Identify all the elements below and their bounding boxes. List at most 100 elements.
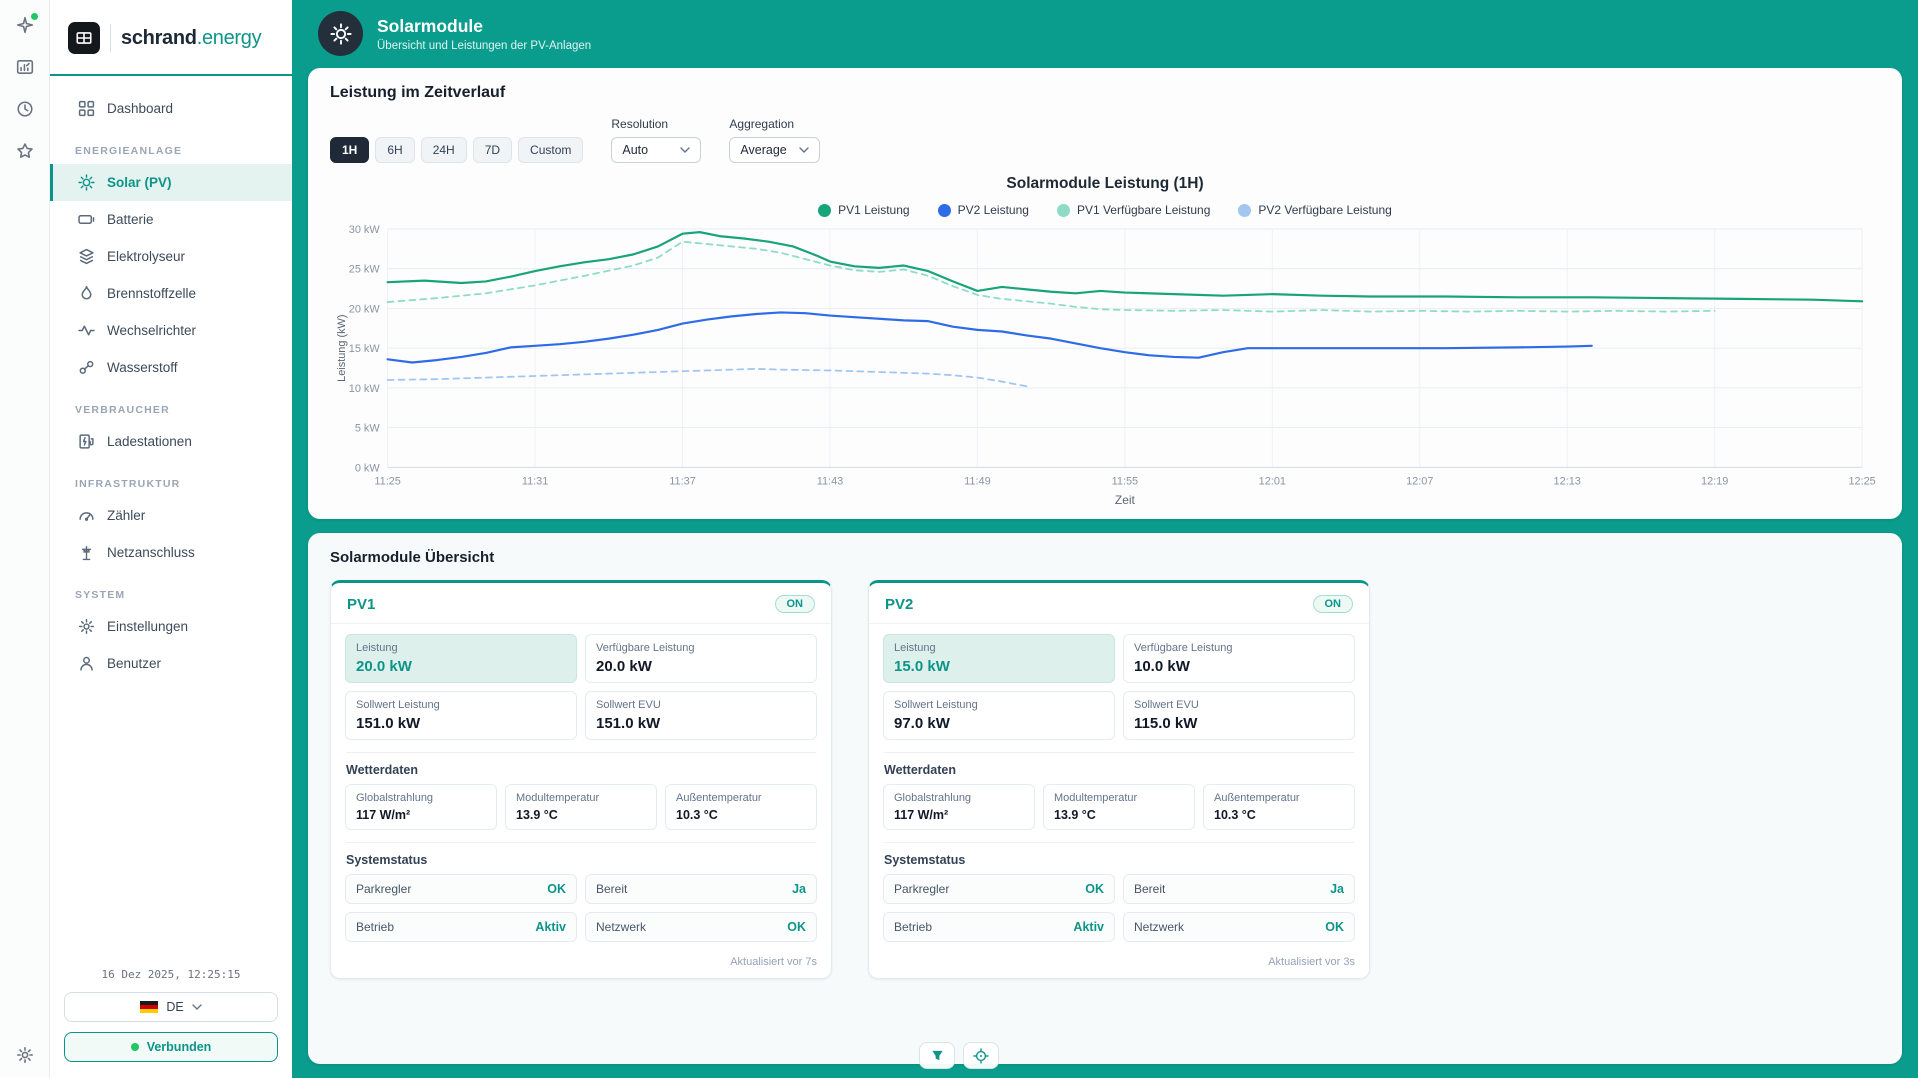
system-grid: Parkregler OK Bereit Ja Betrieb Aktiv Ne… — [883, 874, 1355, 943]
flame-icon — [78, 285, 95, 302]
locate-button[interactable] — [963, 1042, 999, 1069]
legend-dot-icon — [1238, 203, 1252, 217]
gauge-icon — [78, 507, 95, 524]
sidebar-item-solar-pv[interactable]: Solar (PV) — [50, 164, 292, 201]
system-label: Parkregler — [894, 882, 950, 897]
range-button-1h[interactable]: 1H — [330, 137, 370, 163]
gear-icon — [16, 1047, 33, 1063]
metric-label: Verfügbare Leistung — [1134, 642, 1233, 655]
pv-name: PV2 — [885, 595, 914, 613]
range-button-7d[interactable]: 7D — [472, 137, 513, 163]
reports-button[interactable] — [16, 58, 34, 76]
weather-value: 13.9 °C — [1054, 808, 1096, 823]
pv-card-body: Leistung 15.0 kW Verfügbare Leistung 10.… — [869, 624, 1369, 946]
chevron-down-icon — [799, 147, 809, 153]
page-header-icon — [318, 11, 363, 56]
ev-charger-icon — [78, 433, 95, 450]
section-title-energieanlage: ENERGIEANLAGE — [75, 145, 183, 157]
sidebar-item-wasserstoff[interactable]: Wasserstoff — [50, 349, 292, 386]
favorites-button[interactable] — [16, 142, 34, 160]
sidebar-item-label: Ladestationen — [107, 434, 192, 449]
sidebar-item-ladestationen[interactable]: Ladestationen — [50, 423, 292, 460]
system-value: Ja — [792, 882, 806, 897]
svg-text:12:07: 12:07 — [1406, 475, 1433, 487]
sidebar-item-wechselrichter[interactable]: Wechselrichter — [50, 312, 292, 349]
system-netzwerk: Netzwerk OK — [1123, 912, 1355, 943]
assistant-button[interactable] — [16, 13, 38, 34]
metric-value: 20.0 kW — [356, 658, 412, 676]
floating-toolbar — [919, 1042, 999, 1069]
system-parkregler: Parkregler OK — [883, 874, 1115, 905]
chart-card: Leistung im Zeitverlauf 1H 6H 24H 7D Cus… — [308, 68, 1902, 520]
clock-timestamp: 16 Dez 2025, 12:25:15 — [101, 968, 241, 981]
legend-dot-icon — [937, 203, 951, 217]
sidebar-item-elektrolyseur[interactable]: Elektrolyseur — [50, 238, 292, 275]
metric-label: Sollwert Leistung — [894, 699, 978, 712]
filter-button[interactable] — [919, 1042, 955, 1069]
metric-leistung: Leistung 15.0 kW — [883, 634, 1115, 684]
logo-separator — [110, 24, 111, 52]
weather-globalstrahlung: Globalstrahlung 117 W/m² — [883, 784, 1035, 831]
system-label: Betrieb — [356, 920, 395, 935]
crosshair-icon — [973, 1047, 989, 1064]
svg-text:Zeit: Zeit — [1115, 493, 1136, 507]
legend-item: PV2 Leistung — [937, 203, 1029, 217]
status-badge: ON — [1312, 595, 1353, 614]
resolution-label: Resolution — [611, 117, 669, 131]
rail-settings-button[interactable] — [16, 1046, 34, 1064]
system-label: Betrieb — [894, 920, 933, 935]
language-selector[interactable]: DE — [64, 992, 278, 1022]
connection-status-button[interactable]: Verbunden — [64, 1032, 278, 1062]
connection-status-label: Verbunden — [146, 1040, 212, 1054]
range-button-custom[interactable]: Custom — [518, 137, 584, 163]
logo[interactable]: schrand.energy — [50, 0, 292, 76]
weather-section-title: Wetterdaten — [346, 752, 816, 777]
weather-value: 10.3 °C — [1214, 808, 1256, 823]
svg-text:11:37: 11:37 — [669, 475, 695, 487]
sidebar-item-benutzer[interactable]: Benutzer — [50, 645, 292, 682]
sidebar-item-einstellungen[interactable]: Einstellungen — [50, 608, 292, 645]
system-label: Netzwerk — [596, 920, 647, 935]
weather-label: Globalstrahlung — [894, 792, 972, 805]
sidebar-item-zaehler[interactable]: Zähler — [50, 497, 292, 534]
metric-grid: Leistung 15.0 kW Verfügbare Leistung 10.… — [883, 634, 1355, 741]
clock-icon — [16, 101, 33, 117]
svg-text:12:13: 12:13 — [1554, 475, 1581, 487]
overview-card: Solarmodule Übersicht PV1 ON Leistung 20… — [308, 533, 1902, 1064]
sidebar-item-netzanschluss[interactable]: Netzanschluss — [50, 534, 292, 571]
metric-label: Leistung — [356, 642, 398, 655]
metric-label: Verfügbare Leistung — [596, 642, 695, 655]
metric-value: 20.0 kW — [596, 658, 652, 676]
legend-label: PV1 Leistung — [838, 203, 910, 217]
sidebar-item-dashboard[interactable]: Dashboard — [50, 90, 292, 127]
logo-icon — [68, 22, 100, 54]
layers-icon — [78, 248, 95, 265]
app-root: schrand.energy Dashboard ENERGIEANLAGE S… — [0, 0, 1918, 1078]
updated-timestamp: Aktualisiert vor 3s — [1268, 956, 1355, 969]
range-button-24h[interactable]: 24H — [420, 137, 467, 163]
history-button[interactable] — [16, 100, 34, 118]
legend-label: PV1 Verfügbare Leistung — [1076, 203, 1211, 217]
sidebar-item-label: Batterie — [107, 212, 154, 227]
resolution-select[interactable]: Auto — [611, 137, 702, 163]
sun-icon — [78, 174, 95, 191]
sidebar-item-brennstoffzelle[interactable]: Brennstoffzelle — [50, 275, 292, 312]
chevron-down-icon — [680, 147, 691, 153]
legend-item: PV1 Leistung — [818, 203, 910, 217]
star-icon — [16, 143, 33, 158]
sidebar-item-batterie[interactable]: Batterie — [50, 201, 292, 238]
legend-item: PV1 Verfügbare Leistung — [1056, 203, 1211, 217]
system-section-title: Systemstatus — [346, 842, 816, 867]
weather-label: Modultemperatur — [516, 792, 600, 805]
pv1-card: PV1 ON Leistung 20.0 kW Verfügbare Leist — [330, 580, 832, 980]
system-label: Bereit — [596, 882, 628, 897]
status-badge: ON — [774, 595, 815, 614]
range-button-6h[interactable]: 6H — [375, 137, 415, 163]
legend-label: PV2 Verfügbare Leistung — [1258, 203, 1392, 217]
metric-sollwert-leistung: Sollwert Leistung 151.0 kW — [345, 691, 577, 741]
metric-value: 151.0 kW — [596, 715, 661, 733]
sidebar-item-label: Elektrolyseur — [107, 249, 186, 264]
aggregation-select[interactable]: Average — [729, 137, 820, 163]
sidebar-item-label: Benutzer — [107, 656, 162, 671]
legend-item: PV2 Verfügbare Leistung — [1238, 203, 1392, 217]
